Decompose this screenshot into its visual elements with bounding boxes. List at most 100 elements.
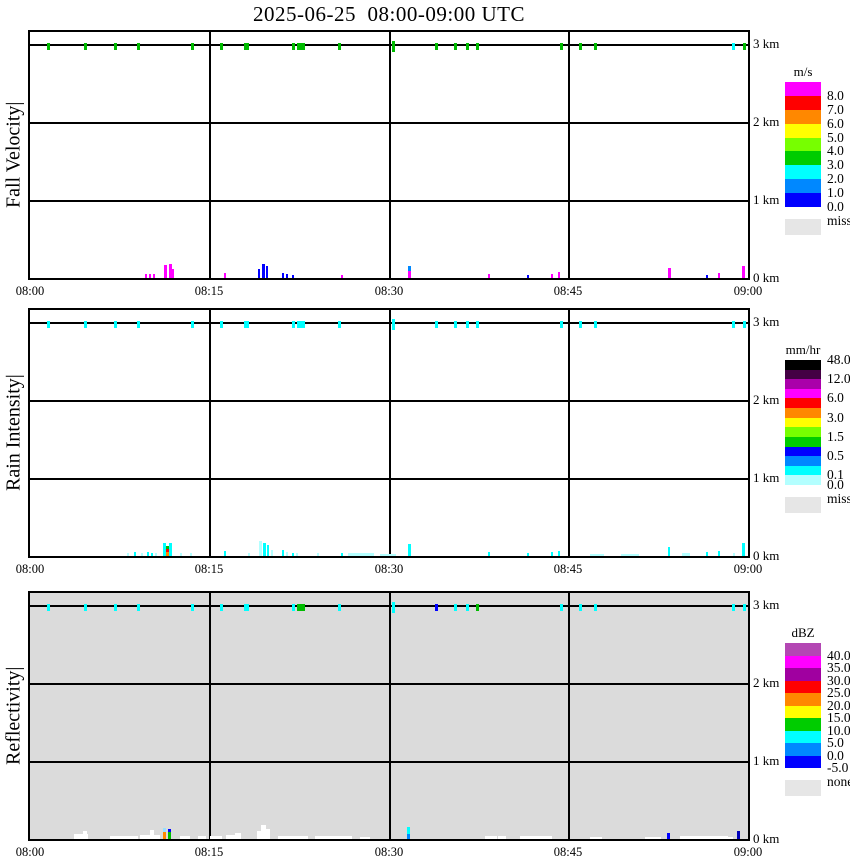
echo-mark-3km: [244, 321, 249, 328]
echo-mark-3km: [338, 321, 341, 328]
echo-mark-surface: [271, 550, 273, 556]
echo-mark-surface: [180, 836, 190, 839]
echo-mark-surface: [296, 553, 298, 556]
echo-mark-3km: [244, 43, 249, 50]
echo-mark-3km: [191, 321, 194, 328]
echo-mark-3km: [743, 43, 746, 50]
echo-mark-3km: [292, 604, 295, 611]
echo-mark-surface: [286, 274, 288, 278]
colorbar-tick-label: 0.5: [827, 448, 844, 464]
echo-mark-surface: [224, 273, 226, 278]
echo-mark-3km: [579, 43, 582, 50]
echo-mark-surface: [520, 836, 552, 839]
gridline-0845: [568, 32, 570, 278]
colorbar-tick-label: 3.0: [827, 409, 844, 425]
echo-mark-surface: [551, 274, 553, 278]
echo-mark-surface: [134, 552, 136, 556]
echo-mark-3km: [338, 43, 341, 50]
colorbar-block: [785, 655, 821, 668]
echo-mark-3km: [743, 604, 746, 611]
echo-mark-3km: [392, 319, 395, 330]
colorbar-block: [785, 730, 821, 743]
colorbar-title: dBZ: [791, 625, 815, 640]
echo-mark-surface: [667, 833, 670, 839]
height-tick-3km: 3 km: [753, 597, 780, 612]
echo-mark-surface: [262, 264, 265, 278]
echo-mark-surface: [248, 553, 250, 556]
time-tick-0845: 08:45: [553, 845, 583, 859]
echo-mark-surface: [83, 831, 87, 839]
echo-mark-3km: [476, 604, 479, 611]
colorbar-block: [785, 82, 821, 96]
echo-mark-surface: [267, 545, 269, 556]
echo-mark-surface: [733, 553, 735, 556]
echo-mark-surface: [682, 553, 690, 556]
echo-mark-3km: [84, 321, 87, 328]
colorbar-title: mm/hr: [785, 342, 821, 357]
time-tick-0815: 08:15: [194, 284, 224, 298]
colorbar-block: [785, 408, 821, 418]
echo-mark-surface: [742, 543, 745, 556]
colorbar-block: [785, 475, 821, 485]
echo-mark-surface: [127, 553, 129, 556]
colorbar-block: [785, 109, 821, 124]
echo-mark-surface: [235, 833, 241, 839]
echo-mark-surface: [621, 554, 639, 556]
gridline-0830: [389, 593, 391, 839]
echo-mark-surface: [332, 836, 352, 839]
echo-mark-surface: [742, 266, 745, 278]
echo-mark-3km: [743, 321, 746, 328]
colorbar-block: [785, 369, 821, 380]
echo-mark-3km: [297, 321, 305, 328]
echo-mark-3km: [297, 43, 305, 50]
echo-mark-surface: [558, 551, 560, 556]
colorbar-missing-swatch: [785, 219, 821, 235]
time-tick-0845: 08:45: [553, 284, 583, 298]
echo-mark-surface: [360, 837, 370, 839]
echo-mark-3km: [244, 604, 249, 611]
echo-mark-surface: [282, 273, 284, 278]
echo-mark-surface: [348, 553, 374, 556]
colorbar-missing-swatch: [785, 497, 821, 513]
colorbar-block: [785, 137, 821, 152]
echo-mark-surface: [190, 553, 192, 556]
colorbar-block: [785, 693, 821, 706]
colorbar-tick-label: 6.0: [827, 390, 844, 406]
echo-mark-surface: [407, 834, 410, 839]
colorbar-block: [785, 755, 821, 768]
panel-fall-velocity: Fall Velocity| 3 km 2 km 1 km 0 km 08:00…: [0, 30, 850, 308]
echo-mark-3km: [47, 43, 50, 50]
time-tick-0900: 09:00: [733, 562, 763, 576]
echo-mark-3km: [594, 321, 597, 328]
echo-mark-surface: [110, 836, 138, 839]
echo-mark-surface: [198, 836, 206, 839]
colorbar-block: [785, 179, 821, 194]
colorbar-missing-label: none: [827, 774, 850, 789]
time-tick-0900: 09:00: [733, 284, 763, 298]
time-tick-0830: 08:30: [374, 845, 404, 859]
echo-mark-surface: [180, 553, 182, 556]
echo-mark-surface: [590, 837, 602, 839]
y-axis-label-reflectivity: Reflectivity|: [2, 666, 25, 766]
echo-mark-surface: [258, 269, 260, 278]
colorbar-block: [785, 456, 821, 466]
echo-mark-3km: [579, 604, 582, 611]
colorbar-block: [785, 446, 821, 457]
panel-reflectivity: Reflectivity| 3 km 2 km 1 km 0 km 08:00 …: [0, 591, 850, 868]
plot-area-reflectivity: [28, 591, 750, 841]
colorbar-block: [785, 193, 821, 207]
colorbar-tick-label: 12.0: [827, 371, 850, 387]
echo-mark-3km: [114, 604, 117, 611]
echo-mark-3km: [732, 43, 735, 50]
echo-mark-surface: [488, 274, 490, 278]
echo-mark-surface: [172, 269, 174, 278]
echo-mark-surface: [164, 265, 167, 278]
height-tick-3km: 3 km: [753, 314, 780, 329]
echo-mark-3km: [560, 604, 563, 611]
y-axis-label-fall-velocity: Fall Velocity|: [2, 101, 25, 209]
echo-mark-surface: [224, 551, 226, 556]
colorbar-block: [785, 417, 821, 428]
echo-mark-3km: [579, 321, 582, 328]
echo-mark-surface: [168, 832, 171, 839]
colorbar-block: [785, 743, 821, 756]
